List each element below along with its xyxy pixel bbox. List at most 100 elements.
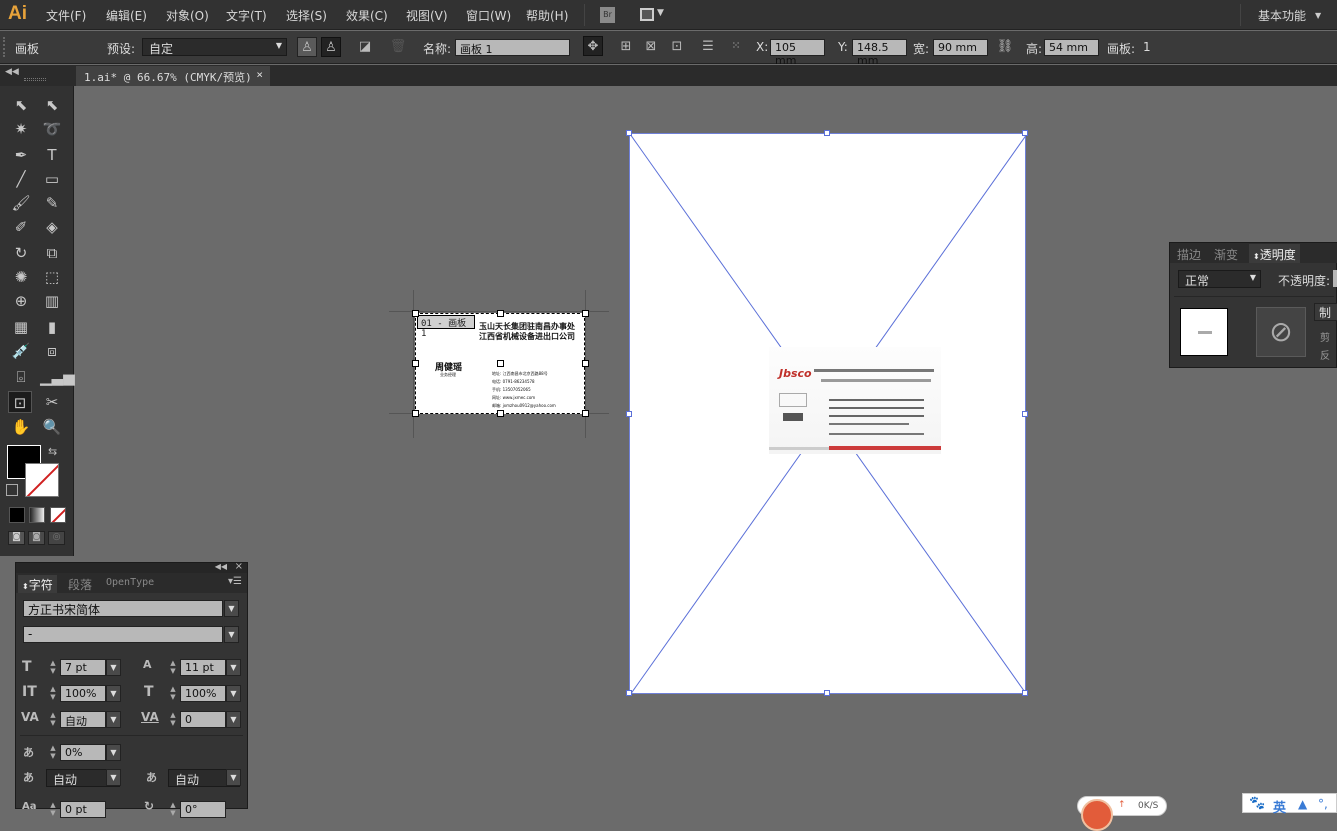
- arrange-documents-icon[interactable]: [640, 8, 654, 21]
- resize-handle[interactable]: [824, 690, 830, 696]
- chevron-down-icon[interactable]: ▼: [226, 711, 241, 728]
- warp-tool-icon[interactable]: ✺: [9, 266, 33, 288]
- perspective-grid-tool-icon[interactable]: ▥: [40, 290, 64, 312]
- preset-select[interactable]: 自定 ▼: [142, 38, 287, 56]
- blend-mode-select[interactable]: 正常 ▼: [1178, 270, 1261, 288]
- chevron-down-icon[interactable]: ▼: [106, 659, 121, 676]
- leading-stepper[interactable]: ▲ ▼: [168, 659, 178, 676]
- draw-behind-icon[interactable]: ◙: [28, 531, 45, 545]
- kerning-stepper[interactable]: ▲ ▼: [48, 711, 58, 728]
- show-video-safe-icon[interactable]: ⊡: [667, 37, 687, 57]
- center-mark[interactable]: [497, 360, 504, 367]
- resize-handle[interactable]: [497, 310, 504, 317]
- resize-handle[interactable]: [1022, 411, 1028, 417]
- make-mask-button[interactable]: 制: [1314, 303, 1337, 321]
- tracking-stepper[interactable]: ▲ ▼: [168, 711, 178, 728]
- chevron-down-icon[interactable]: ▼: [657, 8, 664, 18]
- clip-checkbox[interactable]: 剪: [1320, 329, 1330, 344]
- rotation-input[interactable]: 0°: [180, 801, 226, 818]
- close-icon[interactable]: ×: [235, 561, 243, 572]
- gradient-mode-icon[interactable]: [29, 507, 45, 523]
- tab-stroke[interactable]: 描边: [1177, 246, 1201, 263]
- menu-help[interactable]: 帮助(H): [526, 7, 568, 24]
- collapse-icon[interactable]: ◀◀: [5, 67, 19, 77]
- tracking-input[interactable]: 0: [180, 711, 226, 728]
- menu-file[interactable]: 文件(F): [46, 7, 86, 24]
- tab-paragraph[interactable]: 段落: [68, 576, 92, 593]
- menu-select[interactable]: 选择(S): [286, 7, 327, 24]
- tab-character[interactable]: ⬍字符: [18, 575, 57, 593]
- mesh-tool-icon[interactable]: ▦: [9, 316, 33, 338]
- draw-inside-icon[interactable]: ◎: [48, 531, 65, 545]
- chevron-down-icon[interactable]: ▼: [1315, 11, 1321, 20]
- vertical-scale-stepper[interactable]: ▲ ▼: [48, 685, 58, 702]
- rotation-stepper[interactable]: ▲ ▼: [168, 801, 178, 818]
- type-tool-icon[interactable]: T: [40, 144, 64, 166]
- show-cross-hairs-icon[interactable]: ⊠: [641, 37, 661, 57]
- grip-handle[interactable]: [3, 37, 7, 57]
- panel-menu-icon[interactable]: ▾☰: [228, 576, 242, 587]
- column-graph-tool-icon[interactable]: ▁▃▅: [40, 366, 75, 388]
- landscape-icon[interactable]: ♙: [321, 37, 341, 57]
- object-thumbnail[interactable]: [1180, 308, 1228, 356]
- resize-handle[interactable]: [582, 310, 589, 317]
- tab-opentype[interactable]: OpenType: [106, 577, 154, 588]
- resize-handle[interactable]: [497, 410, 504, 417]
- menu-type[interactable]: 文字(T): [226, 7, 267, 24]
- scale-tool-icon[interactable]: ⧉: [40, 242, 64, 264]
- paintbrush-tool-icon[interactable]: 🖌: [9, 192, 33, 214]
- artboard-options-icon[interactable]: ☰: [698, 37, 718, 57]
- draw-normal-icon[interactable]: ◙: [8, 531, 25, 545]
- speed-widget[interactable]: ↑ 0K/S: [1077, 796, 1167, 831]
- kerning-input[interactable]: 自动: [60, 711, 106, 728]
- chevron-down-icon[interactable]: ▼: [106, 744, 121, 761]
- document-tab[interactable]: 1.ai* @ 66.67% (CMYK/预览) ×: [76, 66, 270, 86]
- chevron-down-icon[interactable]: ▼: [106, 769, 121, 786]
- resize-handle[interactable]: [582, 410, 589, 417]
- hand-tool-icon[interactable]: ✋: [9, 416, 33, 438]
- tab-transparency[interactable]: ⬍透明度: [1249, 244, 1300, 263]
- zoom-tool-icon[interactable]: 🔍: [40, 416, 64, 438]
- x-input[interactable]: 105 mm: [770, 39, 825, 67]
- ime-toolbar[interactable]: 🐾 英 ▲ °,: [1242, 793, 1337, 816]
- pencil-tool-icon[interactable]: ✎: [40, 192, 64, 214]
- chevron-down-icon[interactable]: ▼: [106, 685, 121, 702]
- placed-card-image[interactable]: Jbsco: [769, 347, 941, 454]
- close-icon[interactable]: ×: [256, 68, 263, 81]
- magic-wand-tool-icon[interactable]: ✷: [9, 118, 33, 140]
- y-input[interactable]: 148.5 mm: [852, 39, 907, 67]
- resize-handle[interactable]: [1022, 130, 1028, 136]
- menu-window[interactable]: 窗口(W): [466, 7, 511, 24]
- tsume-stepper[interactable]: ▲ ▼: [48, 744, 58, 761]
- blob-brush-tool-icon[interactable]: ✐: [9, 216, 33, 238]
- chevron-down-icon[interactable]: ▼: [226, 659, 241, 676]
- chevron-down-icon[interactable]: ▼: [226, 685, 241, 702]
- color-mode-icon[interactable]: [9, 507, 25, 523]
- menu-view[interactable]: 视图(V): [406, 7, 448, 24]
- grip-handle[interactable]: [24, 78, 46, 81]
- menu-edit[interactable]: 编辑(E): [106, 7, 147, 24]
- leading-input[interactable]: 11 pt: [180, 659, 226, 676]
- ime-language[interactable]: 英: [1273, 797, 1286, 816]
- portrait-icon[interactable]: ♙: [297, 37, 317, 57]
- resize-handle[interactable]: [582, 360, 589, 367]
- move-with-artboard-icon[interactable]: ✥: [583, 36, 603, 56]
- rotate-tool-icon[interactable]: ↻: [9, 242, 33, 264]
- resize-handle[interactable]: [412, 360, 419, 367]
- tab-gradient[interactable]: 渐变: [1214, 246, 1238, 263]
- gradient-tool-icon[interactable]: ▮: [40, 316, 64, 338]
- baseline-shift-input[interactable]: 0 pt: [60, 801, 106, 818]
- opacity-input[interactable]: [1333, 270, 1337, 287]
- symbol-sprayer-tool-icon[interactable]: ⌻: [9, 366, 33, 388]
- pen-tool-icon[interactable]: ✒: [9, 144, 33, 166]
- chevron-down-icon[interactable]: ▼: [226, 769, 241, 786]
- chevron-down-icon[interactable]: ▼: [224, 600, 239, 617]
- selection-tool-icon[interactable]: ⬉: [9, 94, 33, 116]
- font-size-input[interactable]: 7 pt: [60, 659, 106, 676]
- show-center-mark-icon[interactable]: ⊞: [616, 37, 636, 57]
- swap-colors-icon[interactable]: ⇆: [48, 445, 57, 458]
- resize-handle[interactable]: [626, 690, 632, 696]
- font-style-select[interactable]: -: [23, 626, 223, 643]
- none-mode-icon[interactable]: [50, 507, 66, 523]
- artboard-name-input[interactable]: 画板 1: [455, 39, 570, 56]
